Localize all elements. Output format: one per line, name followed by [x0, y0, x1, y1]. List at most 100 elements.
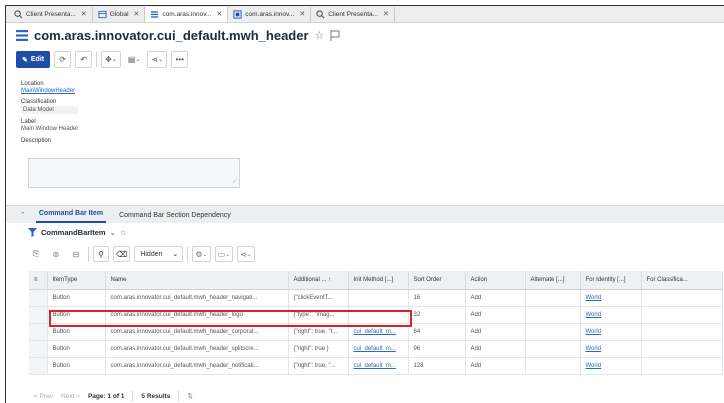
table-cell[interactable]: World	[580, 357, 642, 375]
clear-search-button[interactable]: ⌫	[113, 246, 131, 262]
table-cell[interactable]	[641, 323, 723, 341]
row-selector[interactable]	[29, 289, 48, 307]
undo-button[interactable]: ↶	[75, 51, 93, 68]
search-button[interactable]: ⚲	[93, 246, 109, 262]
select-all-header[interactable]: ≡	[29, 271, 48, 290]
table-cell[interactable]	[525, 306, 581, 324]
cell-link[interactable]: World	[586, 329, 602, 335]
table-cell[interactable]: 96	[408, 340, 466, 358]
cell-link[interactable]: World	[586, 346, 602, 352]
table-cell[interactable]	[525, 357, 581, 375]
table-cell[interactable]: Add	[465, 289, 526, 307]
table-cell[interactable]: com.aras.innovator.cui_default.mwh_heade…	[105, 340, 289, 358]
table-cell[interactable]: com.aras.innovator.cui_default.mwh_heade…	[105, 306, 289, 324]
table-row[interactable]: Button com.aras.innovator.cui_default.mw…	[29, 357, 723, 375]
cell-link[interactable]: World	[586, 363, 602, 369]
row-selector[interactable]	[29, 306, 48, 324]
column-header[interactable]: For Identity [...]	[580, 271, 642, 290]
collapse-icon[interactable]: ⌃	[20, 211, 26, 223]
more-button[interactable]: •••	[171, 51, 189, 68]
table-cell[interactable]: Add	[465, 323, 526, 341]
table-cell[interactable]: {"right": true }	[288, 340, 349, 358]
column-header[interactable]: Sort Order	[408, 271, 466, 290]
resize-grip-icon[interactable]: ⟋	[233, 179, 237, 186]
table-cell[interactable]: cui_default_m...	[348, 340, 409, 358]
table-row[interactable]: Button com.aras.innovator.cui_default.mw…	[29, 340, 723, 358]
column-header[interactable]: Additional ... ↑	[288, 271, 349, 290]
table-cell[interactable]	[641, 289, 723, 307]
table-row[interactable]: Button com.aras.innovator.cui_default.mw…	[29, 306, 723, 324]
next-page-button[interactable]: Next >	[61, 393, 80, 400]
column-header[interactable]: Name	[105, 271, 289, 290]
column-header[interactable]: For Classifica...	[641, 271, 723, 290]
column-header[interactable]: ItemType	[47, 271, 106, 290]
refresh-button[interactable]: ⟳	[54, 51, 72, 68]
search-mode-select[interactable]: Hidden ⌄	[134, 246, 184, 262]
tab-global[interactable]: Global ✕	[93, 6, 146, 22]
table-cell[interactable]: {"clickEventT...	[288, 289, 349, 307]
close-icon[interactable]: ✕	[134, 10, 140, 18]
table-cell[interactable]: Button	[47, 306, 106, 324]
table-cell[interactable]: Button	[47, 340, 106, 358]
table-row[interactable]: Button com.aras.innovator.cui_default.mw…	[29, 289, 723, 307]
table-cell[interactable]	[525, 340, 581, 358]
table-cell[interactable]: Add	[465, 306, 526, 324]
tab-mwh-header[interactable]: com.aras.innov... ✕	[145, 6, 229, 22]
tab-client-presentation-1[interactable]: Client Presenta... ✕	[9, 6, 93, 22]
table-cell[interactable]: 32	[408, 306, 466, 324]
table-cell[interactable]: Button	[47, 323, 106, 341]
share-button[interactable]: ⋖ ⌄	[237, 246, 255, 262]
star-icon[interactable]: ☆	[315, 29, 325, 42]
share-button[interactable]: ⋖ ⌄	[147, 51, 168, 68]
row-selector[interactable]	[29, 357, 48, 375]
cell-link[interactable]: cui_default_m...	[354, 329, 396, 335]
table-cell[interactable]: com.aras.innovator.cui_default.mwh_heade…	[105, 323, 289, 341]
tab-com-aras-innov[interactable]: com.aras.innov... ✕	[228, 6, 312, 22]
cell-link[interactable]: cui_default_m...	[354, 346, 396, 352]
close-icon[interactable]: ✕	[216, 10, 222, 18]
pick-item-button[interactable]: ⊚	[48, 246, 64, 262]
location-link[interactable]: MainWindowHeader	[21, 88, 78, 94]
table-cell[interactable]	[525, 289, 581, 307]
close-icon[interactable]: ✕	[81, 10, 87, 18]
table-cell[interactable]: cui_default_m...	[348, 323, 409, 341]
table-cell[interactable]	[348, 306, 409, 324]
table-cell[interactable]	[641, 306, 723, 324]
table-cell[interactable]: {"right": true, "t...	[288, 323, 349, 341]
table-cell[interactable]: cui_default_m...	[348, 357, 409, 375]
column-header[interactable]: Alternate [...]	[525, 271, 581, 290]
table-cell[interactable]: World	[580, 340, 642, 358]
table-cell[interactable]: Add	[465, 340, 526, 358]
chevron-down-icon[interactable]: ⌄	[110, 228, 116, 237]
cell-link[interactable]: World	[586, 295, 602, 301]
table-cell[interactable]: 64	[408, 323, 466, 341]
close-icon[interactable]: ✕	[299, 10, 305, 18]
delete-row-button[interactable]: ⊟	[68, 246, 84, 262]
views-button[interactable]: ▭ ⌄	[214, 246, 234, 262]
star-icon[interactable]: ☆	[120, 228, 127, 237]
views-button[interactable]: ▤ ⌄	[124, 51, 144, 68]
table-cell[interactable]	[641, 357, 723, 375]
column-header[interactable]: Action	[465, 271, 526, 290]
lifecycle-button[interactable]: ✥ ⌄	[101, 51, 121, 68]
table-cell[interactable]: com.aras.innovator.cui_default.mwh_heade…	[105, 357, 289, 375]
table-cell[interactable]: World	[580, 289, 642, 307]
table-cell[interactable]: Add	[465, 357, 526, 375]
table-cell[interactable]: World	[580, 323, 642, 341]
table-cell[interactable]: 16	[408, 289, 466, 307]
table-cell[interactable]	[525, 323, 581, 341]
edit-button[interactable]: ✎ Edit	[16, 51, 51, 68]
flag-icon[interactable]	[330, 30, 340, 41]
column-header[interactable]: Init Method [...]	[348, 271, 409, 290]
page-size-button[interactable]: ⇅	[187, 392, 192, 400]
table-cell[interactable]: {"type": "imag...	[288, 306, 349, 324]
row-selector[interactable]	[29, 340, 48, 358]
close-icon[interactable]: ✕	[383, 10, 389, 18]
tab-client-presentation-2[interactable]: Client Presenta... ✕	[311, 6, 395, 22]
description-field[interactable]: ⟋	[28, 158, 240, 188]
table-row[interactable]: Button com.aras.innovator.cui_default.mw…	[29, 323, 723, 341]
tab-command-bar-section-dependency[interactable]: Command Bar Section Dependency	[116, 212, 234, 223]
table-cell[interactable]	[641, 340, 723, 358]
prev-page-button[interactable]: < Prev	[34, 393, 53, 400]
table-cell[interactable]: Button	[47, 357, 106, 375]
